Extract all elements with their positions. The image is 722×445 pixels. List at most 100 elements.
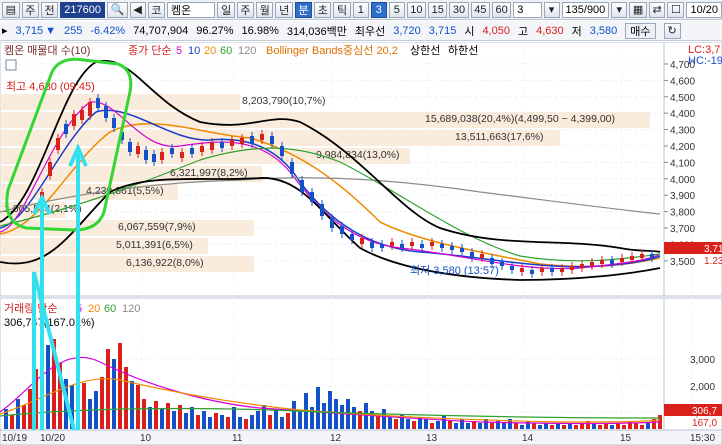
current-price-tag-label: 3,715: [704, 244, 722, 255]
volume-profile-label: 6,067,559(7,9%): [118, 221, 196, 233]
period-day[interactable]: 일: [217, 1, 235, 18]
period-second[interactable]: 초: [314, 1, 332, 18]
tab-all[interactable]: 전: [40, 1, 59, 18]
volume-bar: [274, 409, 278, 429]
volume-bar: [124, 367, 128, 429]
candle-body: [620, 258, 624, 262]
volume-bar: [322, 403, 326, 429]
volume-bar: [502, 423, 506, 429]
trade-amount: 314,036백만: [286, 25, 347, 38]
interval-15[interactable]: 15: [428, 1, 448, 18]
candle-body: [470, 252, 474, 258]
candle-body: [560, 268, 564, 272]
stock-name-field[interactable]: 켐온: [166, 1, 216, 18]
price-chart-svg[interactable]: 8,203,790(10,7%) 15,689,038(20,4%)(4,499,…: [0, 42, 722, 445]
price-axis-label: 4,100: [670, 158, 695, 169]
refresh-icon[interactable]: ↻: [663, 22, 681, 39]
candle-body: [460, 248, 464, 252]
period-minute[interactable]: 분: [294, 1, 313, 18]
market-prefix: 코: [147, 1, 165, 18]
interval-45[interactable]: 45: [470, 1, 490, 18]
expand-icon[interactable]: ▸: [2, 24, 8, 37]
candle-body: [310, 192, 314, 202]
volume-bar: [46, 345, 50, 429]
volume-bar: [448, 421, 452, 429]
buy-button[interactable]: 매수: [625, 22, 656, 39]
period-year[interactable]: 년: [275, 1, 293, 18]
period-tick[interactable]: 틱: [333, 1, 351, 18]
chart-area[interactable]: 8,203,790(10,7%) 15,689,038(20,4%)(4,499,…: [0, 42, 722, 445]
candle-body: [520, 268, 524, 272]
interval-60[interactable]: 60: [491, 1, 512, 18]
candle-body: [630, 256, 634, 260]
candle-body: [88, 102, 92, 116]
period-week[interactable]: 주: [236, 1, 255, 18]
candle-body: [270, 136, 274, 144]
turnover-pct: 16.98%: [241, 24, 279, 37]
sync-icon[interactable]: ⇄: [648, 1, 666, 18]
interval-10[interactable]: 10: [406, 1, 427, 18]
volume-bar: [280, 417, 284, 429]
volume-bar: [640, 425, 644, 429]
date-field[interactable]: 10/20: [686, 1, 722, 18]
price-axis-label: 3,900: [670, 191, 695, 202]
tab-weekly[interactable]: 주: [21, 1, 39, 18]
candle-body: [580, 264, 584, 268]
price-axis-label: 3,800: [670, 208, 695, 219]
volume-bar: [88, 399, 92, 429]
time-axis-label: 14: [522, 433, 534, 444]
interval-1[interactable]: 1: [352, 1, 369, 18]
volume-bar: [298, 411, 302, 429]
time-axis-label: 10/19: [2, 433, 27, 444]
checkbox-icon[interactable]: ☐: [667, 1, 685, 18]
candle-body: [330, 218, 334, 228]
candle-body: [152, 154, 156, 162]
time-axis-label: 15: [620, 433, 632, 444]
chevron-down-icon[interactable]: ▾: [543, 1, 560, 18]
volume-bar: [328, 391, 332, 429]
volume-bar: [316, 387, 320, 429]
high-value: 4,630: [536, 24, 564, 37]
volume-bar: [82, 383, 86, 429]
volume-bar: [562, 425, 566, 429]
candle-body: [170, 148, 174, 154]
volume-bar: [238, 417, 242, 429]
volume-profile-label: 15,689,038(20,4%)(4,499,50 ~ 4,399,00): [425, 113, 615, 125]
candle-body: [420, 244, 424, 248]
collapse-icon[interactable]: [5, 59, 17, 71]
time-axis-label: 12: [330, 433, 342, 444]
volume-bar: [214, 413, 218, 429]
chevron-down-icon[interactable]: ▾: [611, 1, 628, 18]
volume-bar: [550, 425, 554, 429]
chart-toolbar: ▤ 주 전 217600 🔍 ◀ 코 켐온 일 주 월 년 분 초 틱 1 3 …: [0, 0, 722, 20]
toolbar-menu-icon[interactable]: ▤: [2, 1, 20, 18]
period-month[interactable]: 월: [256, 1, 274, 18]
volume-bar: [634, 423, 638, 429]
interval-select[interactable]: 3: [513, 1, 542, 18]
candle-body: [650, 254, 654, 258]
volume-tag2-label: 167,0: [692, 418, 717, 429]
volume-bar: [208, 417, 212, 429]
interval-30[interactable]: 30: [449, 1, 469, 18]
volume-bar: [130, 381, 134, 429]
volume-bar: [538, 425, 542, 429]
interval-5[interactable]: 5: [388, 1, 405, 18]
candle-body: [64, 124, 68, 134]
low-label: 저: [571, 25, 582, 38]
volume-bar: [160, 409, 164, 429]
search-icon[interactable]: 🔍: [106, 1, 128, 18]
volume-profile-label: 6,136,922(8,0%): [126, 257, 204, 269]
candle-body: [480, 254, 484, 258]
volume-bar: [622, 425, 626, 429]
volume-bar: [226, 417, 230, 429]
volume-tag-label: 306,7: [692, 406, 717, 417]
price-axis-label: 4,200: [670, 142, 695, 153]
prev-arrow-icon[interactable]: ◀: [129, 1, 146, 18]
interval-3[interactable]: 3: [370, 1, 387, 18]
high-annotation: 최고 4,630 (09:45): [6, 80, 95, 93]
data-count-field[interactable]: 135/900: [561, 1, 610, 18]
volume-bar: [10, 415, 14, 429]
candle-body: [136, 146, 140, 154]
stock-code-input[interactable]: 217600: [60, 1, 105, 18]
chart-type-icon[interactable]: ▦: [629, 1, 647, 18]
